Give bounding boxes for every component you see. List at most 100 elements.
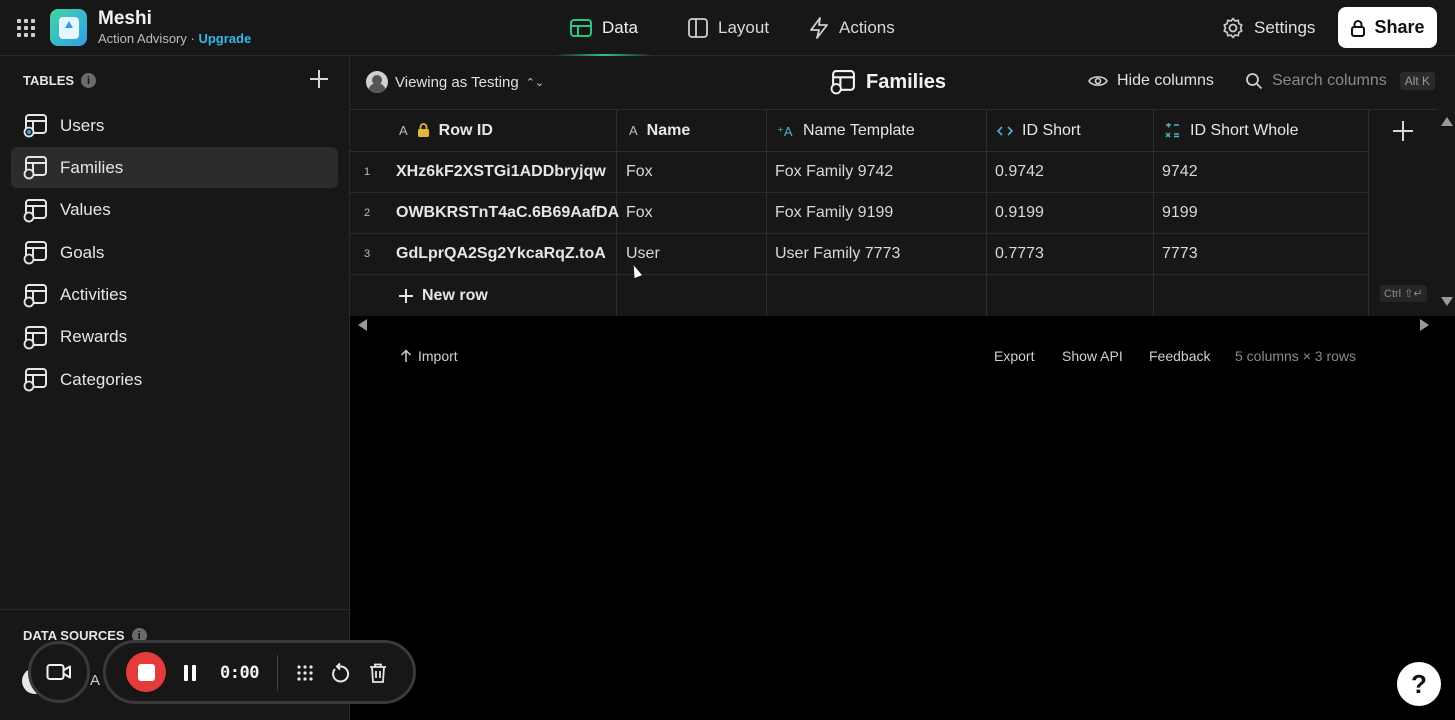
trash-icon[interactable] [368,662,388,684]
table-cell[interactable]: Fox Family 9742 [767,152,986,193]
table-cell[interactable]: 0.9199 [987,193,1153,234]
hide-columns-label: Hide columns [1117,72,1214,89]
table-cell[interactable]: 1 XHz6kF2XSTGi1ADDbryjqw [350,152,616,193]
column-header-label: ID Short Whole [1190,121,1299,139]
table-cell[interactable]: 3 GdLprQA2Sg2YkcaRqZ.toA [350,234,616,275]
table-sheet-icon [23,156,47,180]
show-api-button[interactable]: Show API [1062,348,1123,364]
sidebar-item-values[interactable]: Values [11,190,338,231]
cell-value: GdLprQA2Sg2YkcaRqZ.toA [396,245,606,262]
bolt-icon [810,17,828,39]
sidebar-item-goals[interactable]: Goals [11,232,338,273]
share-button[interactable]: Share [1338,7,1437,48]
camera-toggle-button[interactable] [28,641,90,703]
scroll-left-icon[interactable] [358,319,367,331]
recording-timer: 0:00 [220,663,259,683]
sidebar-item-families[interactable]: Families [11,147,338,189]
cell-value: 7773 [1162,245,1198,262]
feedback-button[interactable]: Feedback [1149,348,1210,364]
viewing-as-selector[interactable]: Viewing as Testing ⌃⌄ [366,71,544,93]
sidebar-item-users[interactable]: Users [11,105,338,146]
recording-controls: 0:00 [103,640,416,704]
scroll-up-icon[interactable] [1441,117,1453,126]
sidebar: TABLES i Users Families Values Goals Act… [0,56,350,720]
search-shortcut: Alt K [1399,72,1436,90]
scroll-down-icon[interactable] [1441,297,1453,306]
scroll-right-icon[interactable] [1420,319,1429,331]
column-header-label: Row ID [438,121,493,139]
search-placeholder: Search columns [1272,72,1387,89]
sidebar-item-label: Categories [60,369,143,389]
math-icon [1165,123,1179,138]
table-toolbar: Viewing as Testing ⌃⌄ Families Hide colu… [350,56,1455,109]
restart-icon[interactable] [331,662,351,684]
lock-icon [417,123,429,137]
new-row-button[interactable]: New row [350,275,616,316]
table-cell[interactable]: 9742 [1154,152,1368,193]
column-header-label: Name Template [803,121,915,139]
sidebar-item-label: Values [60,200,111,220]
table-sheet-icon [23,325,47,350]
table-cell[interactable]: Fox Family 9199 [767,193,986,234]
vertical-scrollbar[interactable] [1438,109,1455,316]
viewing-as-label: Viewing as Testing [395,73,519,91]
table-cell[interactable]: Fox [617,193,766,234]
divider [277,655,278,691]
upgrade-link[interactable]: Upgrade [198,31,251,46]
nav-data-tab[interactable]: Data [556,0,652,56]
add-table-button[interactable] [309,69,329,89]
export-button[interactable]: Export [994,348,1034,364]
row-number: 3 [364,248,371,260]
show-api-label: Show API [1062,348,1123,364]
sidebar-item-categories[interactable]: Categories [11,359,338,400]
search-columns-input[interactable]: Search columns Alt K [1245,72,1436,90]
table-cell[interactable]: 2 OWBKRSTnT4aC.6B69AafDA [350,193,620,234]
add-column-button[interactable] [1393,121,1413,141]
cell-value: 0.9199 [995,204,1044,221]
video-camera-icon [46,664,71,680]
import-button[interactable]: Import [400,348,458,364]
table-cell[interactable]: 9199 [1154,193,1368,234]
nav-actions-tab[interactable]: Actions [809,0,895,56]
column-header-label: Name [646,121,691,139]
data-sources-label-text: DATA SOURCES [23,628,125,643]
column-header-id-short-whole[interactable]: ID Short Whole [1154,110,1368,152]
horizontal-scrollbar[interactable] [350,316,1438,334]
table-cell[interactable]: 0.7773 [987,234,1153,275]
sidebar-item-activities[interactable]: Activities [11,275,338,316]
page-title-text: Families [866,70,947,93]
column-header-row-id[interactable]: A Row ID [350,110,616,152]
cell-value: OWBKRSTnT4aC.6B69AafDA [396,204,620,221]
table-cell[interactable]: 7773 [1154,234,1368,275]
user-avatar [366,71,388,93]
column-header-id-short[interactable]: ID Short [987,110,1153,152]
column-id-short-whole: ID Short Whole 9742 9199 7773 [1154,110,1369,316]
sidebar-item-rewards[interactable]: Rewards [11,317,338,358]
app-subtitle: Action Advisory · Upgrade [98,31,251,46]
stop-recording-button[interactable] [126,652,166,692]
drag-handle-icon[interactable] [295,663,315,683]
table-cell[interactable]: 0.9742 [987,152,1153,193]
summary-label: 5 columns × 3 rows [1235,348,1356,364]
apps-grid-icon[interactable] [17,19,35,37]
data-grid: A Row ID 1 XHz6kF2XSTGi1ADDbryjqw 2 OWBK… [350,109,1438,316]
column-id-short: ID Short 0.9742 0.9199 0.7773 [987,110,1154,316]
settings-button[interactable]: Settings [1222,0,1315,56]
table-cell[interactable]: User Family 7773 [767,234,986,275]
table-sheet-icon [23,283,47,307]
table-cell[interactable]: Fox [617,152,766,193]
hide-columns-button[interactable]: Hide columns [1088,72,1214,90]
page-title: Families [830,69,946,95]
column-name: A Name Fox Fox User [617,110,767,316]
app-logo[interactable] [50,9,87,46]
nav-layout-tab[interactable]: Layout [688,0,769,56]
cell-value: 9199 [1162,204,1198,221]
eye-icon [1088,76,1108,86]
info-icon[interactable]: i [81,73,97,88]
table-icon [570,19,592,37]
column-header-name-template[interactable]: ⁺A Name Template [767,110,986,152]
pause-icon[interactable] [183,665,197,681]
column-header-name[interactable]: A Name [617,110,766,152]
import-label: Import [418,348,458,364]
help-button[interactable]: ? [1397,662,1441,706]
